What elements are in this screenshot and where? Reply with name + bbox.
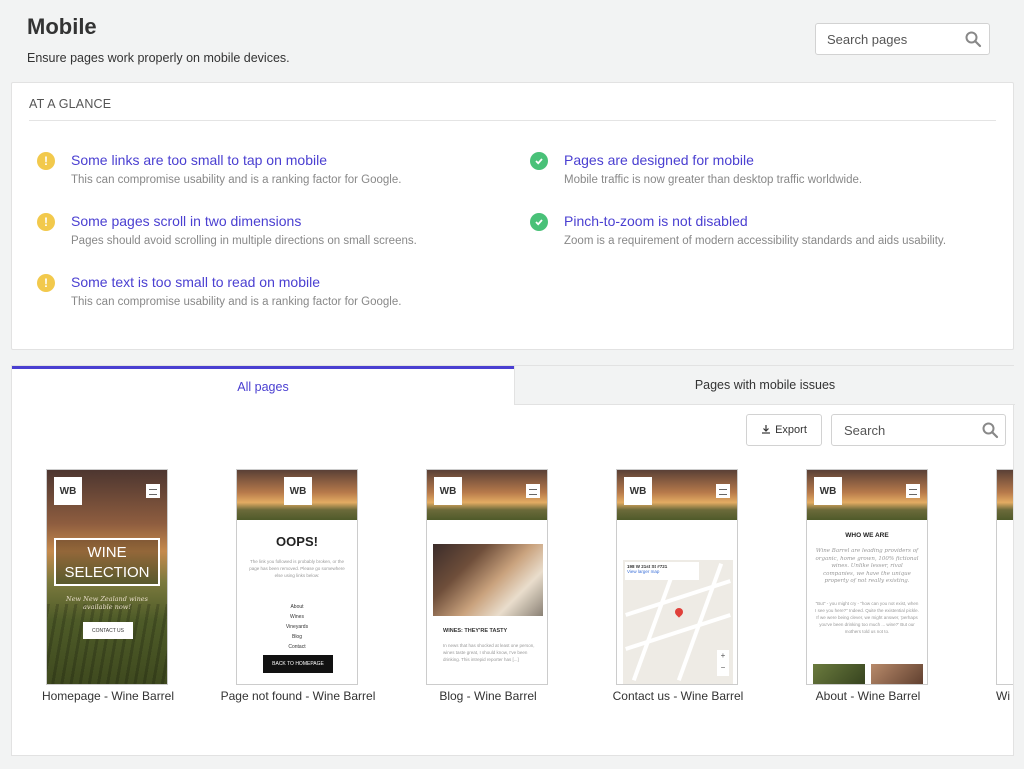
pages-panel: All pages Pages with mobile issues Expor…: [11, 365, 1015, 756]
page-screenshot[interactable]: WB OOPS! The link you followed is probab…: [236, 469, 358, 685]
warning-icon: !: [37, 152, 55, 170]
page-header: Mobile Ensure pages work properly on mob…: [27, 14, 290, 65]
warning-icon: !: [37, 213, 55, 231]
vineyard-rows: [47, 604, 167, 684]
link-wines: Wines: [290, 614, 304, 620]
export-label: Export: [775, 424, 807, 436]
export-button[interactable]: Export: [746, 414, 822, 446]
site-links: About Wines Vineyards Blog Contact: [237, 602, 357, 652]
page-subtitle: Ensure pages work properly on mobile dev…: [27, 51, 290, 65]
divider: [29, 120, 996, 121]
contact-us-button: CONTACT US: [83, 622, 133, 639]
link-contact: Contact: [288, 644, 306, 650]
page-caption[interactable]: Page not found - Wine Barrel: [213, 689, 383, 704]
glance-item-title[interactable]: Some links are too small to tap on mobil…: [71, 152, 327, 168]
menu-icon: [526, 484, 540, 498]
page-thumbnails: WB WINE SELECTION New New Zealand wines …: [12, 469, 1013, 729]
map-zoom-control: + −: [717, 650, 729, 676]
glance-item-desc: This can compromise usability and is a r…: [71, 296, 402, 308]
glance-item-title[interactable]: Some pages scroll in two dimensions: [71, 213, 301, 229]
search-pages-field[interactable]: [815, 23, 990, 55]
search-icon[interactable]: [981, 421, 999, 444]
tab-all-pages[interactable]: All pages: [12, 366, 514, 405]
link-blog: Blog: [291, 634, 302, 640]
glance-item-desc: Pages should avoid scrolling in multiple…: [71, 235, 417, 247]
site-logo: WB: [814, 477, 842, 505]
error-heading: OOPS!: [276, 534, 318, 549]
map-embed: 198 W 21st St #721 View larger map + −: [623, 560, 733, 684]
check-icon: [530, 152, 548, 170]
page-screenshot[interactable]: WB WINE SELECTION New New Zealand wines …: [46, 469, 168, 685]
page-caption[interactable]: About - Wine Barrel: [783, 689, 953, 704]
site-logo: WB: [54, 477, 82, 505]
glance-item-title[interactable]: Some text is too small to read on mobile: [71, 274, 320, 290]
error-text: The link you followed is probably broken…: [249, 559, 345, 578]
page-screenshot[interactable]: WB WINES: THEY'RE TASTY In news that has…: [426, 469, 548, 685]
warning-icon: !: [37, 274, 55, 292]
search-icon[interactable]: [964, 30, 982, 53]
glance-item-desc: Zoom is a requirement of modern accessib…: [564, 235, 947, 247]
page-screenshot[interactable]: WB 198 W 21st St #721 View larger map + −: [616, 469, 738, 685]
map-larger-link: View larger map: [627, 569, 660, 574]
blog-post-excerpt: In news that has shocked at least one pe…: [443, 643, 535, 662]
about-image: [813, 664, 865, 684]
about-image: [871, 664, 923, 684]
page-caption[interactable]: Wi: [996, 689, 1013, 704]
page-caption[interactable]: Contact us - Wine Barrel: [593, 689, 763, 704]
table-search-input[interactable]: [844, 423, 974, 438]
tab-mobile-issues[interactable]: Pages with mobile issues: [514, 366, 1015, 405]
back-to-homepage-button: BACK TO HOMEPAGE: [263, 655, 333, 673]
glance-heading: AT A GLANCE: [29, 97, 112, 111]
glance-item-desc: Mobile traffic is now greater than deskt…: [564, 174, 863, 186]
glance-item-title[interactable]: Pinch-to-zoom is not disabled: [564, 213, 748, 229]
header-image: [997, 470, 1013, 520]
page-screenshot[interactable]: [996, 469, 1013, 685]
about-intro: Wine Barrel are leading providers of org…: [815, 548, 919, 584]
menu-icon: [906, 484, 920, 498]
site-logo: WB: [624, 477, 652, 505]
map-pin-icon: [673, 606, 685, 618]
page-screenshot[interactable]: WB WHO WE ARE Wine Barrel are leading pr…: [806, 469, 928, 685]
check-icon: [530, 213, 548, 231]
glance-item-desc: This can compromise usability and is a r…: [71, 174, 402, 186]
table-search-field[interactable]: [831, 414, 1006, 446]
map-address-card: 198 W 21st St #721 View larger map: [625, 562, 699, 580]
site-logo: WB: [284, 477, 312, 505]
page-title: Mobile: [27, 14, 97, 39]
site-logo: WB: [434, 477, 462, 505]
page-caption[interactable]: Blog - Wine Barrel: [403, 689, 573, 704]
search-pages-input[interactable]: [827, 32, 962, 47]
menu-icon: [716, 484, 730, 498]
blog-post-image: [433, 544, 543, 616]
link-vineyards: Vineyards: [285, 624, 309, 630]
at-a-glance-panel: AT A GLANCE ! Some links are too small t…: [11, 82, 1014, 350]
hero-title: WINE SELECTION: [54, 538, 160, 586]
hero-tagline: New New Zealand wines available now!: [66, 595, 148, 611]
about-heading: WHO WE ARE: [845, 532, 889, 539]
download-icon: [761, 424, 771, 437]
blog-post-title: WINES: THEY'RE TASTY: [443, 628, 508, 634]
about-text: "But" - you might cry - "how can you not…: [815, 601, 919, 634]
menu-icon: [146, 484, 160, 498]
link-about: About: [290, 604, 304, 610]
glance-item-title[interactable]: Pages are designed for mobile: [564, 152, 754, 168]
page-caption[interactable]: Homepage - Wine Barrel: [23, 689, 193, 704]
